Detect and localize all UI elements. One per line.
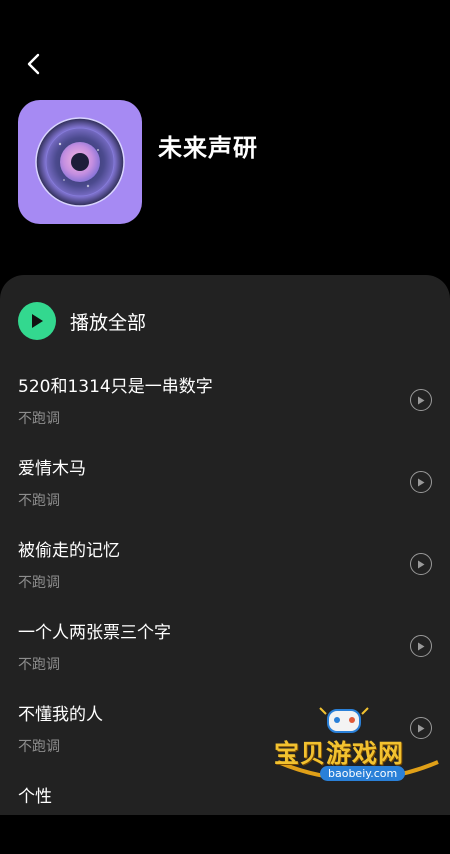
album-title: 未来声研: [158, 134, 258, 162]
play-all-label: 播放全部: [70, 311, 147, 334]
song-title: 不懂我的人: [18, 705, 103, 725]
play-icon[interactable]: [410, 553, 432, 575]
song-item[interactable]: 爱情木马 不跑调: [0, 444, 450, 526]
song-artist: 不跑调: [18, 411, 60, 427]
song-title: 被偷走的记忆: [18, 541, 120, 561]
watermark: 宝贝游戏网 baobeiy.com: [268, 700, 448, 790]
vinyl-disc-icon: [35, 117, 125, 207]
album-cover: [18, 100, 142, 224]
song-title: 520和1314只是一串数字: [18, 377, 213, 397]
play-icon[interactable]: [410, 389, 432, 411]
song-title: 爱情木马: [18, 459, 86, 479]
play-all-button[interactable]: 播放全部: [18, 302, 146, 340]
chevron-left-icon: [27, 53, 40, 75]
song-item[interactable]: 520和1314只是一串数字 不跑调: [0, 362, 450, 444]
watermark-text: 宝贝游戏网: [274, 739, 405, 768]
back-button[interactable]: [18, 48, 50, 80]
song-title: 个性: [18, 787, 52, 807]
song-artist: 不跑调: [18, 657, 60, 673]
play-circle-icon: [18, 302, 56, 340]
song-artist: 不跑调: [18, 575, 60, 591]
watermark-url: baobeiy.com: [320, 766, 406, 781]
song-artist: 不跑调: [18, 493, 60, 509]
song-artist: 不跑调: [18, 739, 60, 755]
song-title: 一个人两张票三个字: [18, 623, 171, 643]
song-item[interactable]: 一个人两张票三个字 不跑调: [0, 608, 450, 690]
song-item[interactable]: 被偷走的记忆 不跑调: [0, 526, 450, 608]
play-icon[interactable]: [410, 471, 432, 493]
play-icon[interactable]: [410, 635, 432, 657]
